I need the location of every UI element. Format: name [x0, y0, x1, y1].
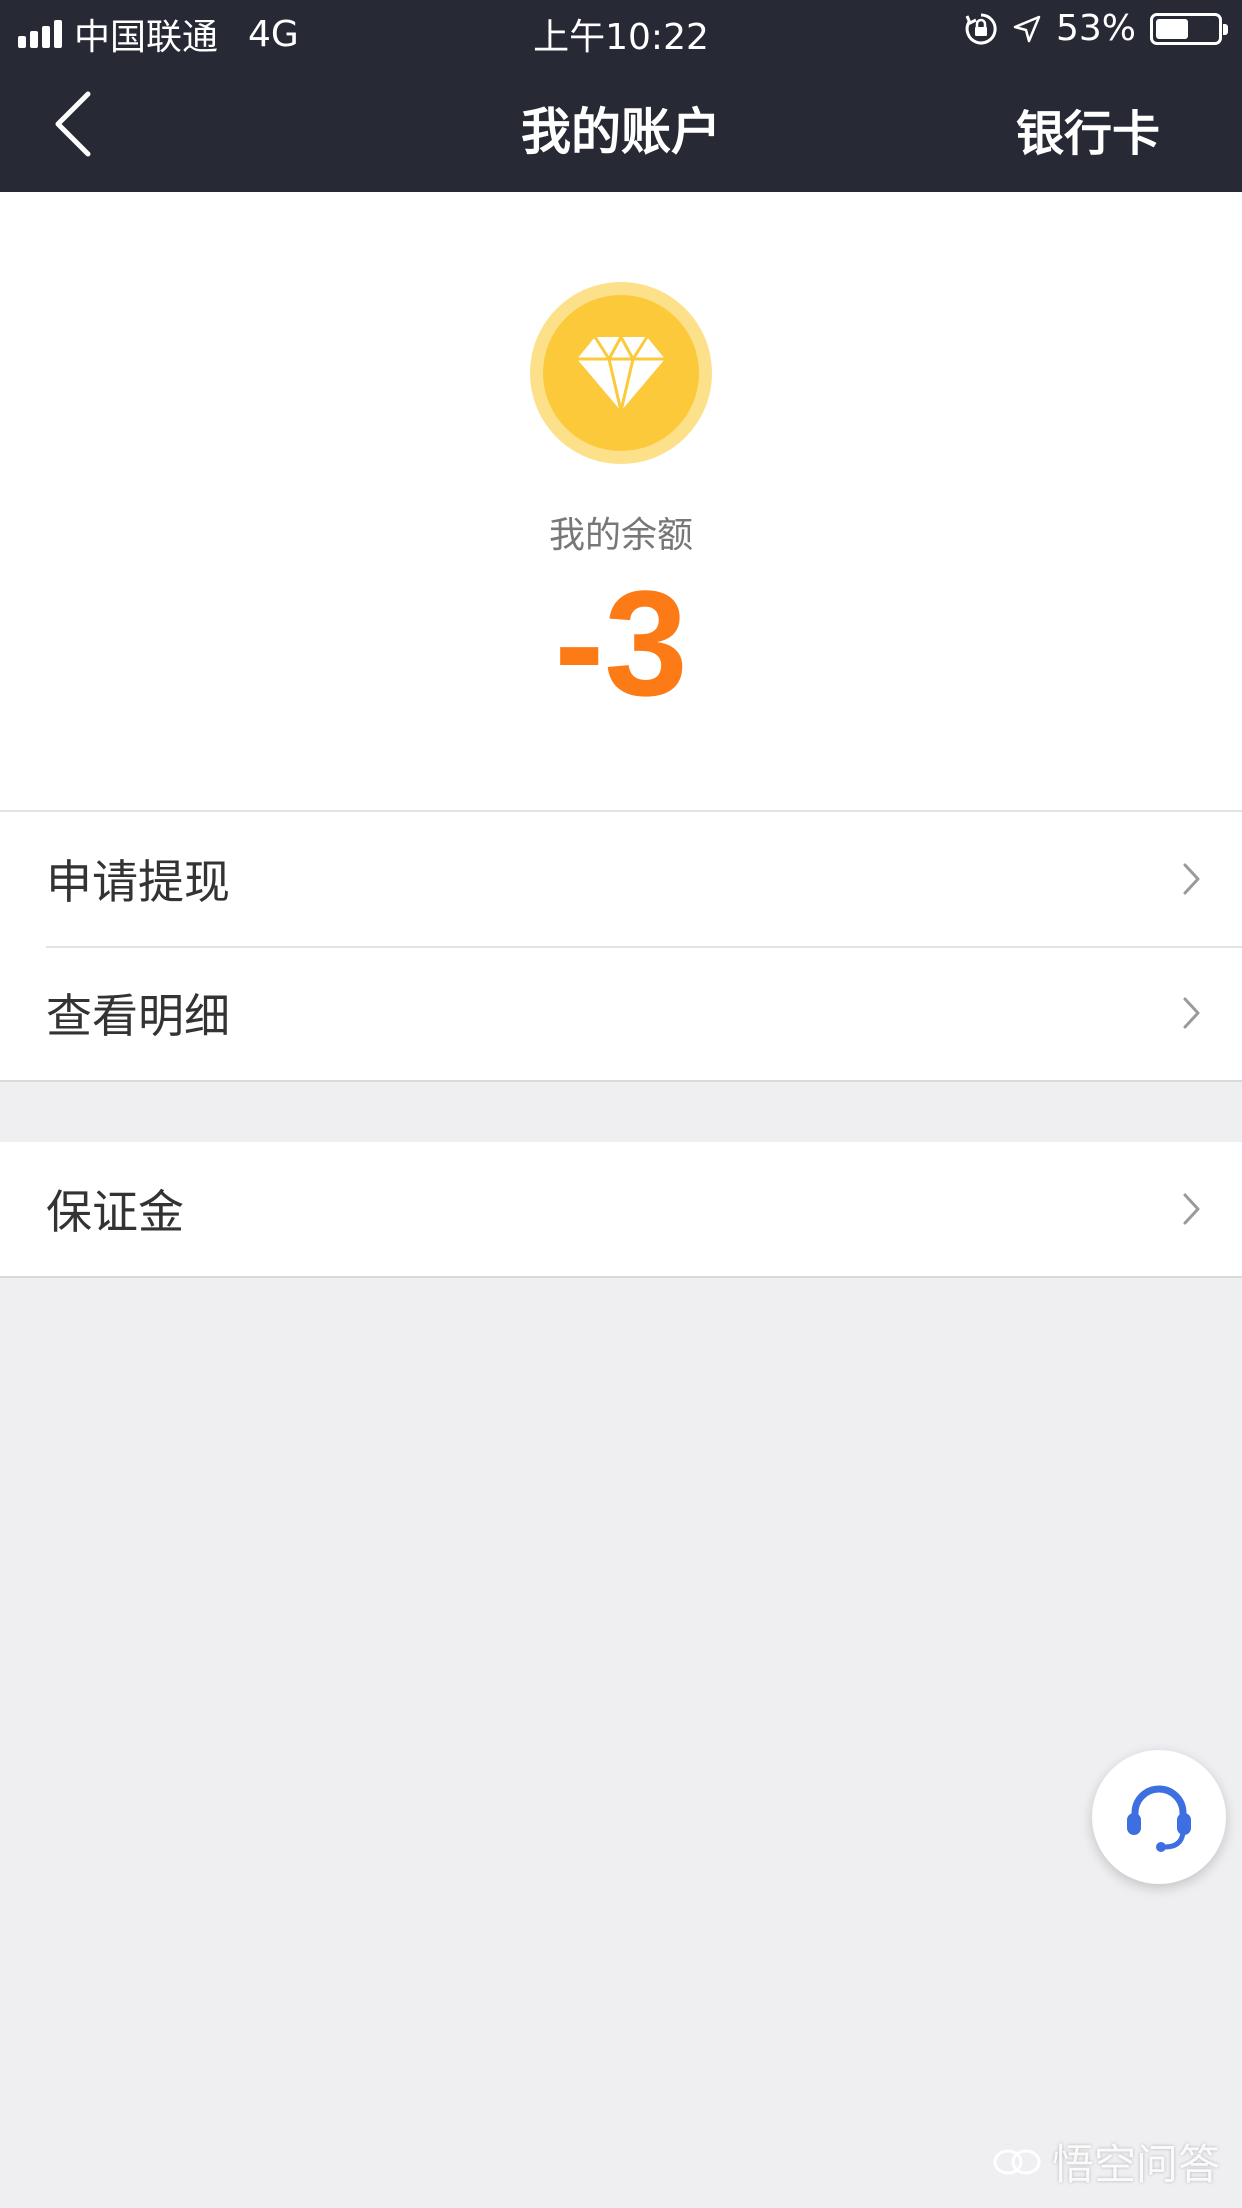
- coin-badge: [530, 282, 712, 464]
- battery-fill: [1156, 18, 1188, 39]
- coin-inner: [543, 295, 699, 451]
- deposit-menu: 保证金: [0, 1142, 1242, 1278]
- menu-item-withdraw[interactable]: 申请提现: [0, 812, 1242, 946]
- menu-item-label: 保证金: [46, 1185, 184, 1239]
- chevron-right-icon: [1183, 1193, 1200, 1225]
- battery-icon: [1150, 12, 1228, 45]
- status-right: 53%: [964, 8, 1228, 49]
- bank-card-button[interactable]: 银行卡: [1016, 94, 1160, 164]
- nav-bar: 我的账户 银行卡: [0, 62, 1242, 192]
- diamond-icon: [577, 335, 665, 412]
- balance-card: 我的余额 -3: [0, 192, 1242, 810]
- battery-percent: 53%: [1055, 8, 1136, 49]
- watermark-text: 悟空问答: [1051, 2140, 1220, 2189]
- rotation-lock-icon: [965, 12, 997, 44]
- menu-item-label: 申请提现: [46, 855, 230, 909]
- menu-item-label: 查看明细: [46, 989, 230, 1043]
- status-bar: 中国联通 4G 上午10:22 53%: [0, 0, 1242, 62]
- customer-service-button[interactable]: [1092, 1750, 1226, 1884]
- watermark: 悟空问答: [992, 2131, 1220, 2192]
- menu-item-details[interactable]: 查看明细: [0, 946, 1242, 1080]
- account-menu: 申请提现 查看明细: [0, 810, 1242, 1082]
- watermark-logo-icon: [993, 2149, 1041, 2174]
- chevron-right-icon: [1183, 863, 1200, 895]
- balance-amount: -3: [554, 559, 688, 727]
- balance-label: 我的余额: [548, 515, 693, 556]
- headset-icon: [1127, 1785, 1191, 1852]
- menu-item-deposit[interactable]: 保证金: [0, 1142, 1242, 1276]
- location-icon: [1013, 15, 1041, 42]
- chevron-right-icon: [1183, 997, 1200, 1029]
